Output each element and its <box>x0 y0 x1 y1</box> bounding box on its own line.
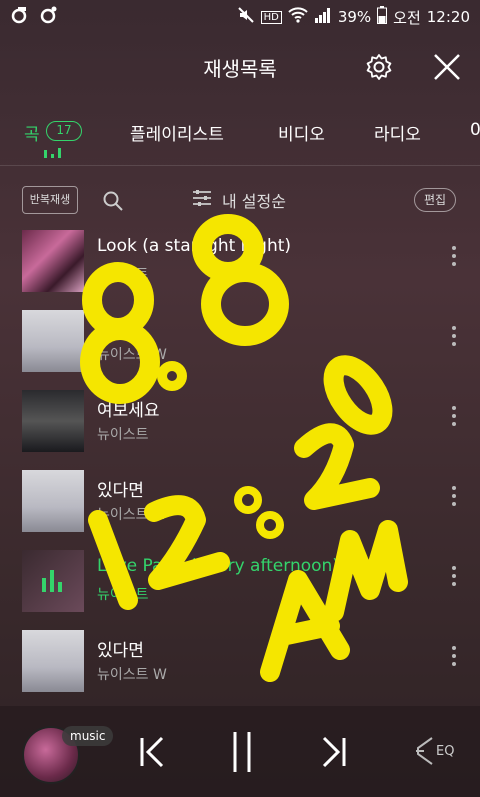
song-title: 여보세요 <box>97 401 160 421</box>
clock-time: 12:20 <box>426 8 470 26</box>
song-row[interactable]: 여보세요 뉴이스트 <box>0 380 480 460</box>
search-icon[interactable] <box>102 190 124 216</box>
song-row[interactable]: 있다면 뉴이스트 W <box>0 300 480 380</box>
song-title: 있다면 <box>97 641 144 661</box>
more-options-icon[interactable] <box>452 566 456 586</box>
header: 재생목록 <box>0 34 480 100</box>
song-title: 있다면 <box>97 321 144 341</box>
song-row[interactable]: Look (a starlight night) 뉴이스트 <box>0 220 480 300</box>
battery-icon <box>377 6 388 28</box>
edit-button[interactable]: 편집 <box>414 188 456 212</box>
hd-icon: HD <box>260 10 282 24</box>
song-artist: 뉴이스트 <box>97 587 149 603</box>
song-title: Love Paint (every afternoon) <box>97 556 339 576</box>
list-toolbar: 반복재생 내 설정순 편집 <box>0 180 480 220</box>
tab-bar: 곡 17 플레이리스트 비디오 라디오 0 <box>0 100 480 166</box>
previous-icon[interactable] <box>138 734 168 774</box>
close-icon[interactable] <box>432 52 462 86</box>
song-artist: 뉴이스트 W <box>97 667 167 683</box>
mute-icon <box>237 6 255 28</box>
sort-selector[interactable]: 내 설정순 <box>192 188 286 212</box>
status-bar: HD 39% 오전 12:20 <box>0 0 480 34</box>
playing-bars-icon <box>44 148 61 158</box>
album-art <box>22 390 84 452</box>
tab-more[interactable]: 0 <box>470 120 480 140</box>
more-options-icon[interactable] <box>452 246 456 266</box>
camera-notification-icon <box>38 5 58 29</box>
album-art <box>22 550 84 612</box>
clock-ampm: 오전 <box>393 8 421 27</box>
now-playing-bars-icon <box>42 570 62 592</box>
more-options-icon[interactable] <box>452 646 456 666</box>
song-artist: 뉴이스트 W <box>97 347 167 363</box>
eq-button[interactable]: EQ <box>414 736 454 766</box>
repeat-button[interactable]: 반복재생 <box>22 186 78 214</box>
pause-icon[interactable] <box>228 730 256 778</box>
sort-label: 내 설정순 <box>222 192 286 211</box>
song-artist: 뉴이스트 <box>97 267 149 283</box>
battery-percent: 39% <box>337 8 372 26</box>
song-row[interactable]: 있다면 뉴이스트 W <box>0 620 480 700</box>
album-art <box>22 630 84 692</box>
cell-signal-icon <box>314 7 332 27</box>
mini-player: music EQ <box>0 706 480 797</box>
album-art <box>22 470 84 532</box>
song-count-badge: 17 <box>46 121 82 141</box>
song-artist: 뉴이스트 W <box>97 507 167 523</box>
more-options-icon[interactable] <box>452 326 456 346</box>
settings-gear-icon[interactable] <box>364 52 394 86</box>
more-options-icon[interactable] <box>452 486 456 506</box>
equalizer-icon <box>416 737 433 765</box>
song-title: Look (a starlight night) <box>97 236 292 256</box>
wifi-icon <box>288 7 308 27</box>
tab-playlists[interactable]: 플레이리스트 <box>130 120 224 145</box>
next-icon[interactable] <box>318 734 348 774</box>
tab-songs[interactable]: 곡 <box>24 120 40 145</box>
album-art <box>22 310 84 372</box>
song-row[interactable]: 있다면 뉴이스트 W <box>0 460 480 540</box>
eq-label: EQ <box>436 743 455 759</box>
sort-sliders-icon <box>192 189 212 211</box>
music-badge: music <box>62 726 114 746</box>
album-art <box>22 230 84 292</box>
more-options-icon[interactable] <box>452 406 456 426</box>
song-artist: 뉴이스트 <box>97 427 149 443</box>
song-title: 있다면 <box>97 481 144 501</box>
app-notification-icon <box>10 6 28 28</box>
tab-videos[interactable]: 비디오 <box>278 120 325 145</box>
page-title: 재생목록 <box>203 56 277 81</box>
tab-radio[interactable]: 라디오 <box>374 120 421 145</box>
song-list: Look (a starlight night) 뉴이스트 있다면 뉴이스트 W… <box>0 220 480 700</box>
song-row-playing[interactable]: Love Paint (every afternoon) 뉴이스트 <box>0 540 480 620</box>
